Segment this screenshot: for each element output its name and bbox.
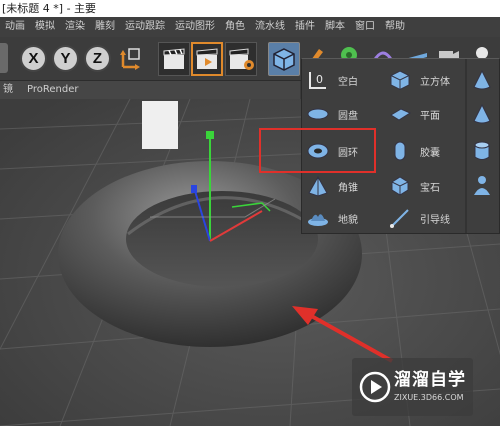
menu-item-label: 宝石 <box>420 182 440 194</box>
menu-mograph[interactable]: 运动图形 <box>170 17 220 37</box>
watermark-text: 溜溜自学 <box>394 370 466 390</box>
menu-item-cone-alt[interactable] <box>470 99 494 129</box>
clapboard-gear-icon <box>229 48 254 70</box>
menu-item-cone[interactable] <box>470 65 494 95</box>
menu-item-pyramid[interactable]: 角锥 <box>306 171 358 201</box>
menu-plugins[interactable]: 插件 <box>290 17 320 37</box>
guide-icon <box>388 206 412 230</box>
menu-item-label: 地貌 <box>338 214 358 226</box>
lock-y-axis-button[interactable]: Y <box>52 45 79 72</box>
coordinate-system-icon <box>120 48 140 70</box>
menu-item-cylinder[interactable] <box>470 136 494 166</box>
menu-item-label: 立方体 <box>420 76 450 88</box>
menu-motion-tracking[interactable]: 运动跟踪 <box>120 17 170 37</box>
menu-help[interactable]: 帮助 <box>380 17 410 37</box>
watermark-logo-icon <box>359 371 391 403</box>
gem-icon <box>388 174 412 198</box>
menu-item-label: 引导线 <box>420 214 450 226</box>
menu-simulate[interactable]: 模拟 <box>30 17 60 37</box>
cube-icon <box>273 48 295 71</box>
watermark: 溜溜自学 ZIXUE.3D66.COM <box>352 358 473 416</box>
menu-sculpt[interactable]: 雕刻 <box>90 17 120 37</box>
menu-item-capsule[interactable]: 胶囊 <box>388 136 440 166</box>
menu-item-plane[interactable]: 平面 <box>388 99 440 129</box>
cube-icon <box>388 68 412 92</box>
viewport-menu-item[interactable]: 镜 <box>3 81 13 99</box>
figure-icon <box>470 174 494 198</box>
menu-item-guide[interactable]: 引导线 <box>388 203 450 233</box>
cylinder-icon <box>470 139 494 163</box>
menu-pipeline[interactable]: 流水线 <box>250 17 290 37</box>
menu-item-disc[interactable]: 圆盘 <box>306 99 358 129</box>
render-view-button[interactable] <box>158 42 190 76</box>
menu-item-label: 角锥 <box>338 182 358 194</box>
plane-icon <box>388 102 412 126</box>
viewport-menu-bar: 镜 ProRender <box>0 81 300 99</box>
torus-highlight-box <box>259 128 376 173</box>
pyramid-icon <box>306 174 330 198</box>
clapboard-icon <box>163 48 185 69</box>
clapboard-play-icon <box>196 48 218 69</box>
torus-hole <box>126 191 318 287</box>
coordinate-system-button[interactable] <box>117 45 145 73</box>
menu-item-landscape[interactable]: 地貌 <box>306 203 358 233</box>
menu-item-label: 胶囊 <box>420 147 440 159</box>
cube-object <box>142 101 178 149</box>
menu-item-label: 空白 <box>338 76 358 88</box>
menu-character[interactable]: 角色 <box>220 17 250 37</box>
menu-render[interactable]: 渲染 <box>60 17 90 37</box>
menu-item-figure[interactable] <box>470 171 494 201</box>
menu-window[interactable]: 窗口 <box>350 17 380 37</box>
lock-z-axis-button[interactable]: Z <box>84 45 111 72</box>
menu-animate[interactable]: 动画 <box>0 17 30 37</box>
menu-item-cube[interactable]: 立方体 <box>388 65 450 95</box>
menu-bar: 动画 模拟 渲染 雕刻 运动跟踪 运动图形 角色 流水线 插件 脚本 窗口 帮助 <box>0 17 500 37</box>
menu-item-label: 平面 <box>420 110 440 122</box>
menu-item-gem[interactable]: 宝石 <box>388 171 440 201</box>
lock-x-axis-button[interactable]: X <box>20 45 47 72</box>
menu-column-divider <box>465 59 467 233</box>
disc-icon <box>306 102 330 126</box>
cube-primitive-button[interactable] <box>268 42 300 76</box>
render-settings-button[interactable] <box>225 42 257 76</box>
cone-icon <box>470 68 494 92</box>
watermark-url: ZIXUE.3D66.COM <box>394 393 464 402</box>
null-object-icon: 0 <box>306 68 330 92</box>
menu-script[interactable]: 脚本 <box>320 17 350 37</box>
render-to-picture-viewer-button[interactable] <box>191 42 223 76</box>
menu-item-null[interactable]: 0 空白 <box>306 65 358 95</box>
prorender-menu[interactable]: ProRender <box>27 81 78 99</box>
landscape-icon <box>306 206 330 230</box>
menu-item-label: 圆盘 <box>338 110 358 122</box>
svg-text:0: 0 <box>316 73 323 86</box>
window-title: [未标题 4 *] - 主要 <box>0 0 500 17</box>
capsule-icon <box>388 139 412 163</box>
toolbar-edge-handle <box>0 43 8 73</box>
cone-icon <box>470 102 494 126</box>
